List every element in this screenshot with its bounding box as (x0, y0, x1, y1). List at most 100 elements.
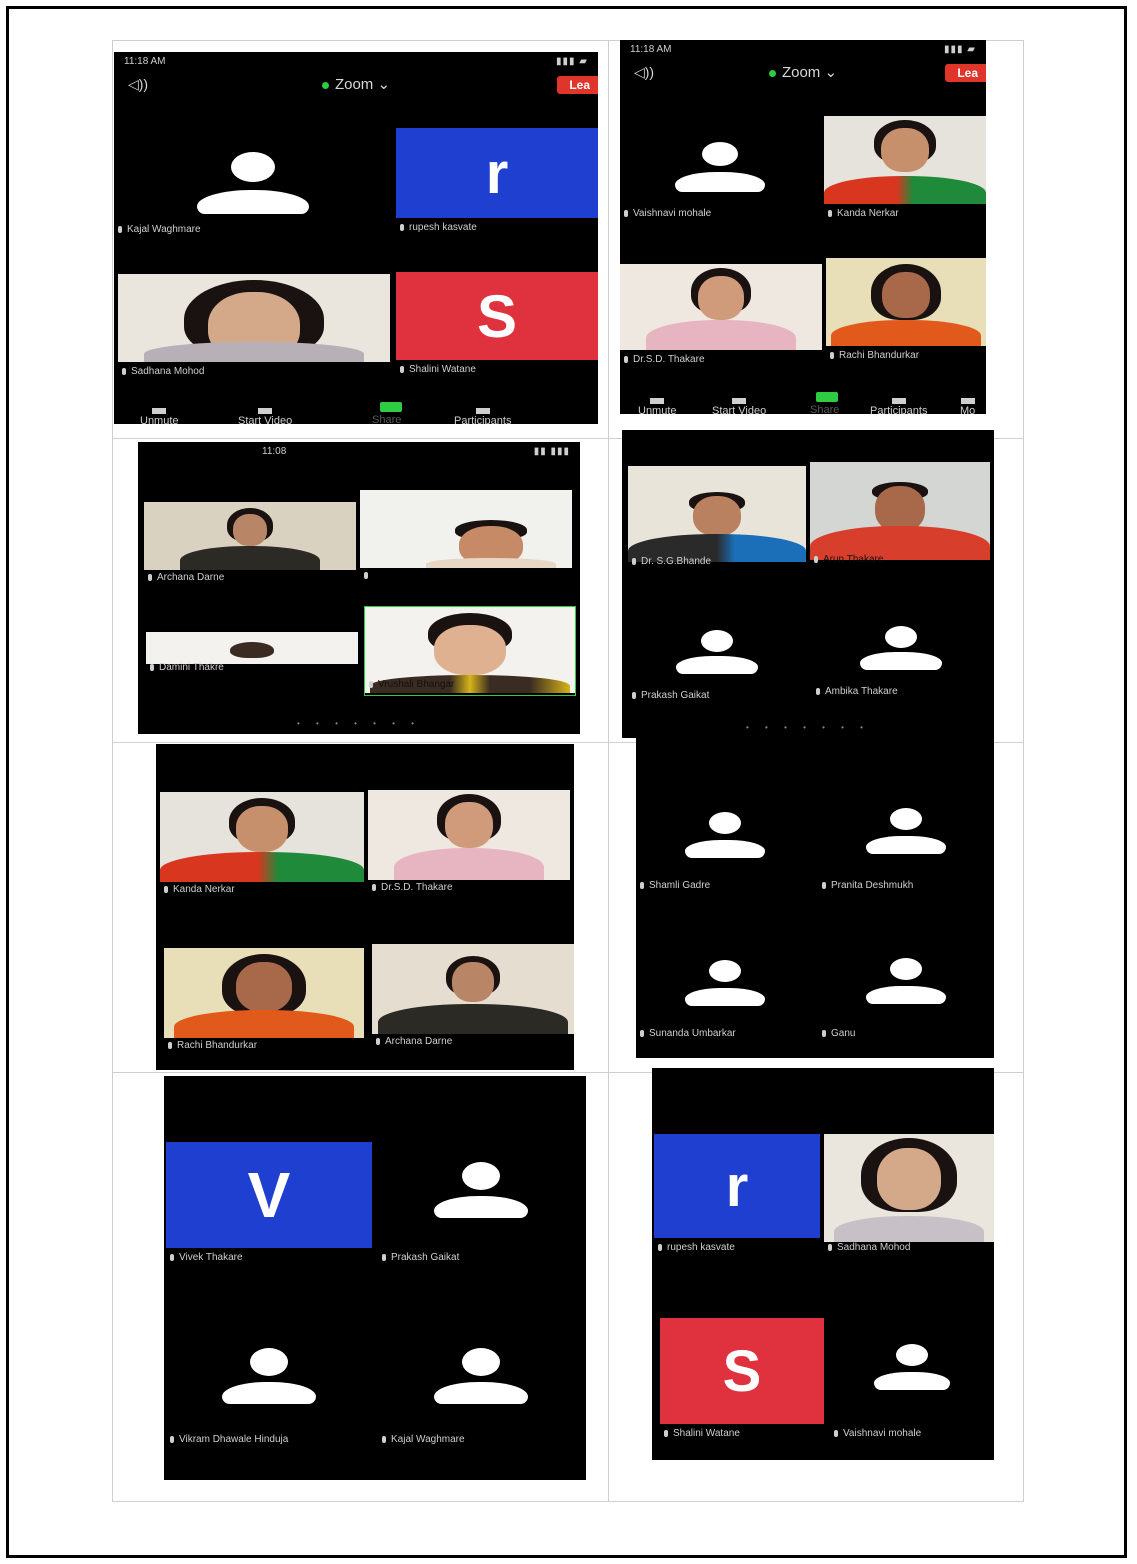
participant-tile[interactable]: Prakash Gaikat (628, 620, 806, 704)
share-button[interactable] (816, 392, 838, 402)
participant-tile[interactable]: Kanda Nerkar (824, 116, 986, 224)
unmute-button[interactable]: Unmute (638, 398, 677, 414)
participant-tile[interactable]: Damini Thakre (146, 632, 358, 678)
share-label: Share (810, 404, 840, 414)
participant-name: Shalini Watane (664, 1428, 822, 1439)
avatar-letter: V (166, 1142, 372, 1248)
leave-button[interactable]: Lea (557, 76, 598, 94)
camera-icon (258, 408, 273, 414)
person-avatar-icon (222, 1348, 316, 1404)
share-button[interactable] (380, 402, 402, 412)
participant-tile[interactable]: Prakash Gaikat (378, 1142, 584, 1268)
zoom-screenshot-2: 11:18 AM ▮▮▮ ▰ ◁)) Zoom ⌄ Lea Vaishnavi … (620, 40, 986, 414)
participant-tile[interactable]: r rupesh kasvate (396, 128, 598, 240)
participant-name: Dr.S.D. Thakare (624, 354, 820, 365)
participant-tile[interactable]: Vaishnavi mohale (830, 1318, 994, 1439)
mic-muted-icon (400, 365, 404, 373)
participant-tile[interactable]: Dr. S.G.Bhande (628, 466, 806, 570)
person-avatar-icon (866, 958, 946, 1004)
participant-name: Sunanda Umbarkar (640, 1028, 812, 1039)
status-time: 11:18 AM (630, 44, 672, 55)
participant-tile[interactable]: Kajal Waghmare (378, 1338, 584, 1454)
participant-tile[interactable]: Vaishnavi mohale (620, 116, 820, 224)
mic-muted-icon (148, 573, 152, 581)
signal-icon: ▮▮▮ ▰ (556, 56, 588, 67)
participant-name: Vikram Dhawale Hinduja (170, 1434, 370, 1445)
participant-tile[interactable]: Kajal Waghmare (114, 132, 392, 244)
participant-tile[interactable]: Shamli Gadre (636, 796, 814, 892)
participant-tile[interactable]: Sunanda Umbarkar (636, 948, 814, 1044)
zoom-screenshot-1: 11:18 AM ▮▮▮ ▰ ◁)) Zoom ⌄ Lea Kajal Wagh… (114, 52, 598, 424)
meeting-header: ◁)) Zoom ⌄ Lea (114, 72, 598, 98)
avatar-letter: r (396, 128, 598, 218)
person-avatar-icon (434, 1348, 528, 1404)
mic-muted-icon (400, 223, 404, 231)
participant-name: Dr. S.G.Bhande (632, 556, 804, 567)
participant-name: Sadhana Mohod (828, 1242, 992, 1253)
participant-tile[interactable]: Archana Darne (144, 502, 356, 584)
participants-button[interactable]: Participants (454, 408, 511, 424)
participant-tile[interactable]: r rupesh kasvate (654, 1134, 820, 1258)
leave-button[interactable]: Lea (945, 64, 986, 82)
start-video-button[interactable]: Start Video (712, 398, 766, 414)
participant-name: Vaishnavi mohale (834, 1428, 992, 1439)
participant-name: Sadhana Mohod (122, 366, 388, 377)
participant-tile[interactable] (360, 490, 572, 580)
mic-muted-icon (830, 351, 834, 359)
participant-name: Prakash Gaikat (632, 690, 804, 701)
participant-tile[interactable]: V Vivek Thakare (166, 1142, 372, 1268)
zoom-screenshot-6: Shamli Gadre Pranita Deshmukh Sunanda Um… (636, 736, 994, 1058)
participant-tile[interactable]: Pranita Deshmukh (818, 796, 994, 892)
participant-name (364, 570, 570, 581)
page-indicator[interactable]: • • • • • • • (622, 723, 994, 732)
participants-button[interactable]: Participants (870, 398, 927, 414)
meeting-toolbar: Unmute Start Video Share Participants (114, 398, 598, 424)
status-bar: 11:08 ▮▮ ▮▮▮ (138, 442, 580, 462)
participant-name: Archana Darne (148, 572, 354, 583)
participant-tile[interactable]: Arun Thakare (810, 462, 990, 566)
meeting-title[interactable]: Zoom ⌄ (114, 75, 598, 93)
participant-tile[interactable]: Rachi Bhandurkar (164, 948, 364, 1052)
participant-name: Kanda Nerkar (828, 208, 984, 219)
more-button[interactable]: Mo (960, 398, 975, 414)
signal-icon: ▮▮▮ ▰ (944, 44, 976, 55)
participant-tile[interactable]: Ganu (818, 948, 994, 1044)
status-time: 11:18 AM (124, 56, 166, 67)
participant-tile[interactable]: Vikram Dhawale Hinduja (166, 1338, 372, 1454)
participant-tile[interactable]: S Shalini Watane (660, 1318, 824, 1439)
collage-divider (608, 40, 609, 1502)
person-avatar-icon (676, 630, 758, 674)
mic-muted-icon (369, 680, 373, 688)
participant-tile[interactable]: Dr.S.D. Thakare (620, 264, 822, 370)
participant-name: Rachi Bhandurkar (830, 350, 984, 361)
participant-tile[interactable]: Ambika Thakare (812, 620, 990, 704)
participant-tile[interactable]: S Shalini Watane (396, 272, 598, 376)
zoom-screenshot-7: V Vivek Thakare Prakash Gaikat Vikram Dh… (164, 1076, 586, 1480)
participant-tile[interactable]: Vrushali Bhangar (364, 606, 576, 696)
participant-name: Shalini Watane (400, 364, 596, 375)
mic-muted-icon (382, 1253, 386, 1261)
meeting-title[interactable]: Zoom ⌄ (620, 63, 986, 81)
mic-muted-icon (822, 1029, 826, 1037)
participant-tile[interactable]: Kanda Nerkar (160, 792, 364, 896)
status-time: 11:08 (262, 446, 287, 457)
participant-name: Ambika Thakare (816, 686, 988, 697)
participant-name: Ganu (822, 1028, 992, 1039)
participant-tile[interactable]: Dr.S.D. Thakare (368, 790, 570, 894)
participant-tile[interactable]: Archana Darne (372, 944, 574, 1048)
mic-muted-icon (624, 355, 628, 363)
participant-tile[interactable]: Sadhana Mohod (118, 274, 390, 378)
participant-video (620, 264, 822, 350)
mic-muted-icon (372, 883, 376, 891)
start-video-button[interactable]: Start Video (238, 408, 292, 424)
person-avatar-icon (685, 812, 765, 858)
mic-muted-icon (822, 881, 826, 889)
page-indicator[interactable]: • • • • • • • (138, 719, 580, 728)
participant-video (810, 462, 990, 560)
participant-tile[interactable]: Rachi Bhandurkar (826, 258, 986, 366)
unmute-button[interactable]: Unmute (140, 408, 179, 424)
participant-tile[interactable]: Sadhana Mohod (824, 1134, 994, 1258)
microphone-icon (650, 398, 665, 404)
person-avatar-icon (866, 808, 946, 854)
encryption-icon (768, 69, 776, 77)
